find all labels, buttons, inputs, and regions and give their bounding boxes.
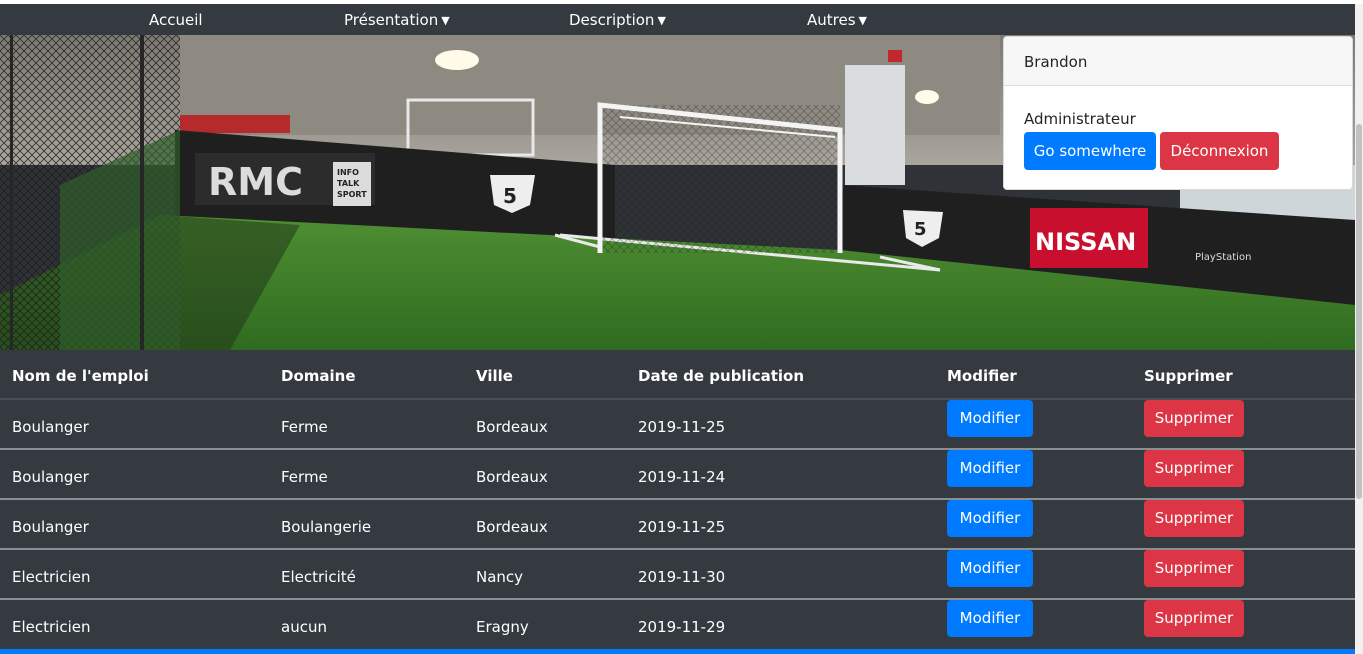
nav-item-label: Présentation xyxy=(344,11,439,29)
logout-button[interactable]: Déconnexion xyxy=(1160,132,1279,170)
vertical-scrollbar[interactable] xyxy=(1355,4,1363,654)
cell-date: 2019-11-29 xyxy=(638,618,726,636)
card-header: Brandon xyxy=(1004,37,1352,86)
table-row: Boulanger Boulangerie Bordeaux 2019-11-2… xyxy=(0,500,1355,550)
table-row: Boulanger Ferme Bordeaux 2019-11-24 Modi… xyxy=(0,450,1355,500)
cell-nom: Boulanger xyxy=(12,518,89,536)
nav-item-description[interactable]: Description ▼ xyxy=(569,4,666,35)
hero-banner-small-3: SPORT xyxy=(337,190,367,199)
modifier-button[interactable]: Modifier xyxy=(947,550,1033,587)
caret-down-icon: ▼ xyxy=(858,14,867,27)
column-header-ville: Ville xyxy=(476,367,513,385)
column-header-modifier: Modifier xyxy=(947,367,1017,385)
column-header-date: Date de publication xyxy=(638,367,805,385)
modifier-button[interactable]: Modifier xyxy=(947,450,1033,487)
jobs-table: Nom de l'emploi Domaine Ville Date de pu… xyxy=(0,350,1355,649)
column-header-nom: Nom de l'emploi xyxy=(12,367,149,385)
cell-domaine: Boulangerie xyxy=(281,518,372,536)
nav-item-accueil[interactable]: Accueil xyxy=(149,4,203,35)
hero-banner-right: NISSAN xyxy=(1035,228,1136,256)
column-header-supprimer: Supprimer xyxy=(1144,367,1233,385)
cell-domaine: Electricité xyxy=(281,568,356,586)
modifier-button[interactable]: Modifier xyxy=(947,600,1033,637)
cell-ville: Bordeaux xyxy=(476,518,548,536)
cell-nom: Boulanger xyxy=(12,468,89,486)
supprimer-button[interactable]: Supprimer xyxy=(1144,400,1244,437)
cell-ville: Nancy xyxy=(476,568,524,586)
nav-item-label: Autres xyxy=(807,11,856,29)
table-header: Nom de l'emploi Domaine Ville Date de pu… xyxy=(0,350,1355,400)
bottom-accent-bar xyxy=(0,649,1355,654)
user-card: Brandon Administrateur Go somewhere Déco… xyxy=(1003,36,1353,190)
user-role: Administrateur xyxy=(1024,110,1136,128)
nav-item-autres[interactable]: Autres ▼ xyxy=(807,4,867,35)
cell-domaine: aucun xyxy=(281,618,327,636)
cell-nom: Electricien xyxy=(12,618,91,636)
supprimer-button[interactable]: Supprimer xyxy=(1144,500,1244,537)
hero-sponsor: PlayStation xyxy=(1195,252,1251,263)
caret-down-icon: ▼ xyxy=(441,14,450,27)
cell-date: 2019-11-25 xyxy=(638,518,726,536)
supprimer-button[interactable]: Supprimer xyxy=(1144,450,1244,487)
hero-badge-2: 5 xyxy=(914,219,927,240)
scrollbar-thumb[interactable] xyxy=(1356,124,1362,499)
table-row: Electricien Electricité Nancy 2019-11-30… xyxy=(0,550,1355,600)
cell-ville: Bordeaux xyxy=(476,468,548,486)
navbar: Accueil Présentation ▼ Description ▼ Autre… xyxy=(0,4,1355,35)
hero-banner-small-1: INFO xyxy=(337,168,359,177)
cell-ville: Eragny xyxy=(476,618,529,636)
page: Accueil Présentation ▼ Description ▼ Autre… xyxy=(0,0,1363,654)
cell-ville: Bordeaux xyxy=(476,418,548,436)
cell-date: 2019-11-24 xyxy=(638,468,726,486)
cell-nom: Electricien xyxy=(12,568,91,586)
column-header-domaine: Domaine xyxy=(281,367,356,385)
cell-date: 2019-11-30 xyxy=(638,568,726,586)
caret-down-icon: ▼ xyxy=(657,14,666,27)
nav-item-label: Accueil xyxy=(149,11,203,29)
cell-domaine: Ferme xyxy=(281,418,328,436)
nav-item-presentation[interactable]: Présentation ▼ xyxy=(344,4,450,35)
nav-item-label: Description xyxy=(569,11,655,29)
hero-banner-left: RMC xyxy=(208,160,303,204)
cell-nom: Boulanger xyxy=(12,418,89,436)
modifier-button[interactable]: Modifier xyxy=(947,400,1033,437)
hero-banner-small-2: TALK xyxy=(337,179,360,188)
cell-date: 2019-11-25 xyxy=(638,418,726,436)
supprimer-button[interactable]: Supprimer xyxy=(1144,550,1244,587)
table-row: Electricien aucun Eragny 2019-11-29 Modi… xyxy=(0,600,1355,649)
modifier-button[interactable]: Modifier xyxy=(947,500,1033,537)
supprimer-button[interactable]: Supprimer xyxy=(1144,600,1244,637)
table-row: Boulanger Ferme Bordeaux 2019-11-25 Modi… xyxy=(0,400,1355,450)
go-somewhere-button[interactable]: Go somewhere xyxy=(1024,132,1156,170)
cell-domaine: Ferme xyxy=(281,468,328,486)
hero-badge-1: 5 xyxy=(503,184,517,208)
